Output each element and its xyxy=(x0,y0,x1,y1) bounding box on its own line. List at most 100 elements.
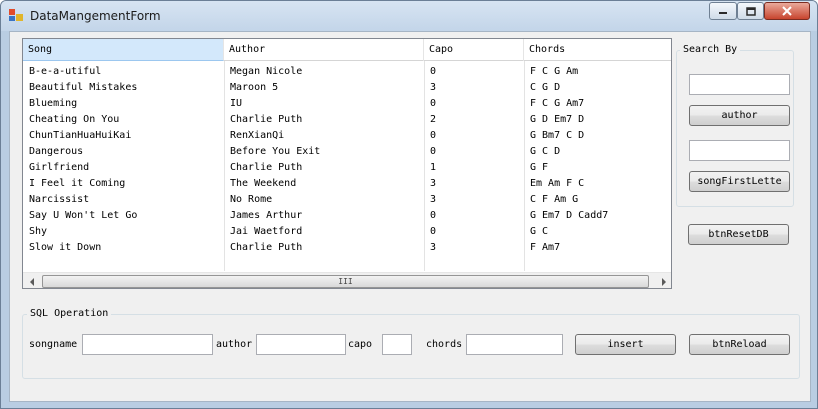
reload-button[interactable]: btnReload xyxy=(689,334,790,355)
table-row[interactable]: Slow it Down Charlie Puth 3 F Am7 xyxy=(23,240,671,256)
capo-cell[interactable]: 0 xyxy=(424,144,524,160)
capo-cell[interactable]: 0 xyxy=(424,224,524,240)
app-form-icon xyxy=(9,9,23,21)
capo-cell[interactable]: 2 xyxy=(424,112,524,128)
scroll-right-button[interactable] xyxy=(655,273,671,288)
table-row[interactable]: Say U Won't Let Go James Arthur 0 G Em7 … xyxy=(23,208,671,224)
window-title: DataMangementForm xyxy=(30,9,161,23)
song-cell[interactable]: ChunTianHuaHuiKai xyxy=(23,128,224,144)
author-label: author xyxy=(216,339,253,350)
author-cell[interactable]: The Weekend xyxy=(224,176,424,192)
close-icon xyxy=(782,6,792,16)
song-cell[interactable]: Beautiful Mistakes xyxy=(23,80,224,96)
song-cell[interactable]: Slow it Down xyxy=(23,240,224,256)
song-cell[interactable]: B-e-a-utiful xyxy=(23,64,224,80)
title-bar[interactable]: DataMangementForm xyxy=(1,1,817,31)
first-letter-search-input[interactable] xyxy=(689,140,790,161)
author-cell[interactable]: IU xyxy=(224,96,424,112)
capo-field[interactable] xyxy=(382,334,412,355)
author-cell[interactable]: Charlie Puth xyxy=(224,240,424,256)
capo-cell[interactable]: 3 xyxy=(424,192,524,208)
songname-field[interactable] xyxy=(82,334,213,355)
sql-operation-group: SQL Operation songname author capo chord… xyxy=(22,308,800,379)
chords-cell[interactable]: G Bm7 C D xyxy=(524,128,671,144)
table-row[interactable]: Beautiful Mistakes Maroon 5 3 C G D xyxy=(23,80,671,96)
table-row[interactable]: Dangerous Before You Exit 0 G C D xyxy=(23,144,671,160)
table-row[interactable]: I Feel it Coming The Weekend 3 Em Am F C xyxy=(23,176,671,192)
author-cell[interactable]: RenXianQi xyxy=(224,128,424,144)
chords-cell[interactable]: C F Am G xyxy=(524,192,671,208)
capo-label: capo xyxy=(348,339,373,350)
author-cell[interactable]: No Rome xyxy=(224,192,424,208)
capo-cell[interactable]: 0 xyxy=(424,96,524,112)
reset-db-button[interactable]: btnResetDB xyxy=(688,224,789,245)
search-first-letter-button[interactable]: songFirstLette xyxy=(689,171,790,192)
song-cell[interactable]: Narcissist xyxy=(23,192,224,208)
song-cell[interactable]: Dangerous xyxy=(23,144,224,160)
chevron-right-icon xyxy=(661,277,666,286)
author-cell[interactable]: Before You Exit xyxy=(224,144,424,160)
horizontal-scrollbar[interactable]: III xyxy=(23,272,671,288)
scroll-thumb[interactable]: III xyxy=(42,275,649,288)
chords-cell[interactable]: G F xyxy=(524,160,671,176)
capo-cell[interactable]: 0 xyxy=(424,128,524,144)
table-row[interactable]: ChunTianHuaHuiKai RenXianQi 0 G Bm7 C D xyxy=(23,128,671,144)
author-cell[interactable]: Charlie Puth xyxy=(224,160,424,176)
chords-cell[interactable]: F C G Am7 xyxy=(524,96,671,112)
column-header-capo[interactable]: Capo xyxy=(424,39,524,61)
column-header-author[interactable]: Author xyxy=(224,39,424,61)
table-row[interactable]: Blueming IU 0 F C G Am7 xyxy=(23,96,671,112)
songname-label: songname xyxy=(29,339,78,350)
table-row[interactable]: Girlfriend Charlie Puth 1 G F xyxy=(23,160,671,176)
chords-cell[interactable]: Em Am F C xyxy=(524,176,671,192)
table-row[interactable]: Cheating On You Charlie Puth 2 G D Em7 D xyxy=(23,112,671,128)
capo-cell[interactable]: 3 xyxy=(424,80,524,96)
author-field[interactable] xyxy=(256,334,346,355)
capo-cell[interactable]: 3 xyxy=(424,240,524,256)
main-window: DataMangementForm Song Author Capo Chord… xyxy=(0,0,818,409)
chords-cell[interactable]: G Em7 D Cadd7 xyxy=(524,208,671,224)
song-cell[interactable]: Say U Won't Let Go xyxy=(23,208,224,224)
author-cell[interactable]: Megan Nicole xyxy=(224,64,424,80)
minimize-icon xyxy=(719,12,727,14)
maximize-button[interactable] xyxy=(737,2,764,20)
chords-cell[interactable]: G D Em7 D xyxy=(524,112,671,128)
insert-button[interactable]: insert xyxy=(575,334,676,355)
song-cell[interactable]: Girlfriend xyxy=(23,160,224,176)
songs-data-grid[interactable]: Song Author Capo Chords B-e-a-utiful Meg… xyxy=(22,38,672,289)
capo-cell[interactable]: 1 xyxy=(424,160,524,176)
maximize-icon xyxy=(745,6,756,16)
minimize-button[interactable] xyxy=(709,2,737,20)
song-cell[interactable]: I Feel it Coming xyxy=(23,176,224,192)
author-cell[interactable]: Jai Waetford xyxy=(224,224,424,240)
chords-cell[interactable]: F C G Am xyxy=(524,64,671,80)
author-cell[interactable]: Maroon 5 xyxy=(224,80,424,96)
chords-field[interactable] xyxy=(466,334,563,355)
author-cell[interactable]: James Arthur xyxy=(224,208,424,224)
search-by-group: Search By author songFirstLette xyxy=(676,44,794,207)
chords-cell[interactable]: G C xyxy=(524,224,671,240)
sql-operation-legend: SQL Operation xyxy=(27,308,112,319)
capo-cell[interactable]: 3 xyxy=(424,176,524,192)
author-cell[interactable]: Charlie Puth xyxy=(224,112,424,128)
grip-icon: III xyxy=(338,277,353,286)
capo-cell[interactable]: 0 xyxy=(424,64,524,80)
grid-header: Song Author Capo Chords xyxy=(23,39,671,61)
table-row[interactable]: B-e-a-utiful Megan Nicole 0 F C G Am xyxy=(23,64,671,80)
song-cell[interactable]: Blueming xyxy=(23,96,224,112)
song-cell[interactable]: Cheating On You xyxy=(23,112,224,128)
chords-cell[interactable]: C G D xyxy=(524,80,671,96)
column-header-chords[interactable]: Chords xyxy=(524,39,671,61)
song-cell[interactable]: Shy xyxy=(23,224,224,240)
table-row[interactable]: Narcissist No Rome 3 C F Am G xyxy=(23,192,671,208)
chords-cell[interactable]: F Am7 xyxy=(524,240,671,256)
search-author-button[interactable]: author xyxy=(689,105,790,126)
table-row[interactable]: Shy Jai Waetford 0 G C xyxy=(23,224,671,240)
form-client-area: Song Author Capo Chords B-e-a-utiful Meg… xyxy=(9,31,811,402)
scroll-left-button[interactable] xyxy=(23,273,40,288)
author-search-input[interactable] xyxy=(689,74,790,95)
chords-cell[interactable]: G C D xyxy=(524,144,671,160)
close-button[interactable] xyxy=(764,2,810,20)
column-header-song[interactable]: Song xyxy=(23,39,224,61)
capo-cell[interactable]: 0 xyxy=(424,208,524,224)
